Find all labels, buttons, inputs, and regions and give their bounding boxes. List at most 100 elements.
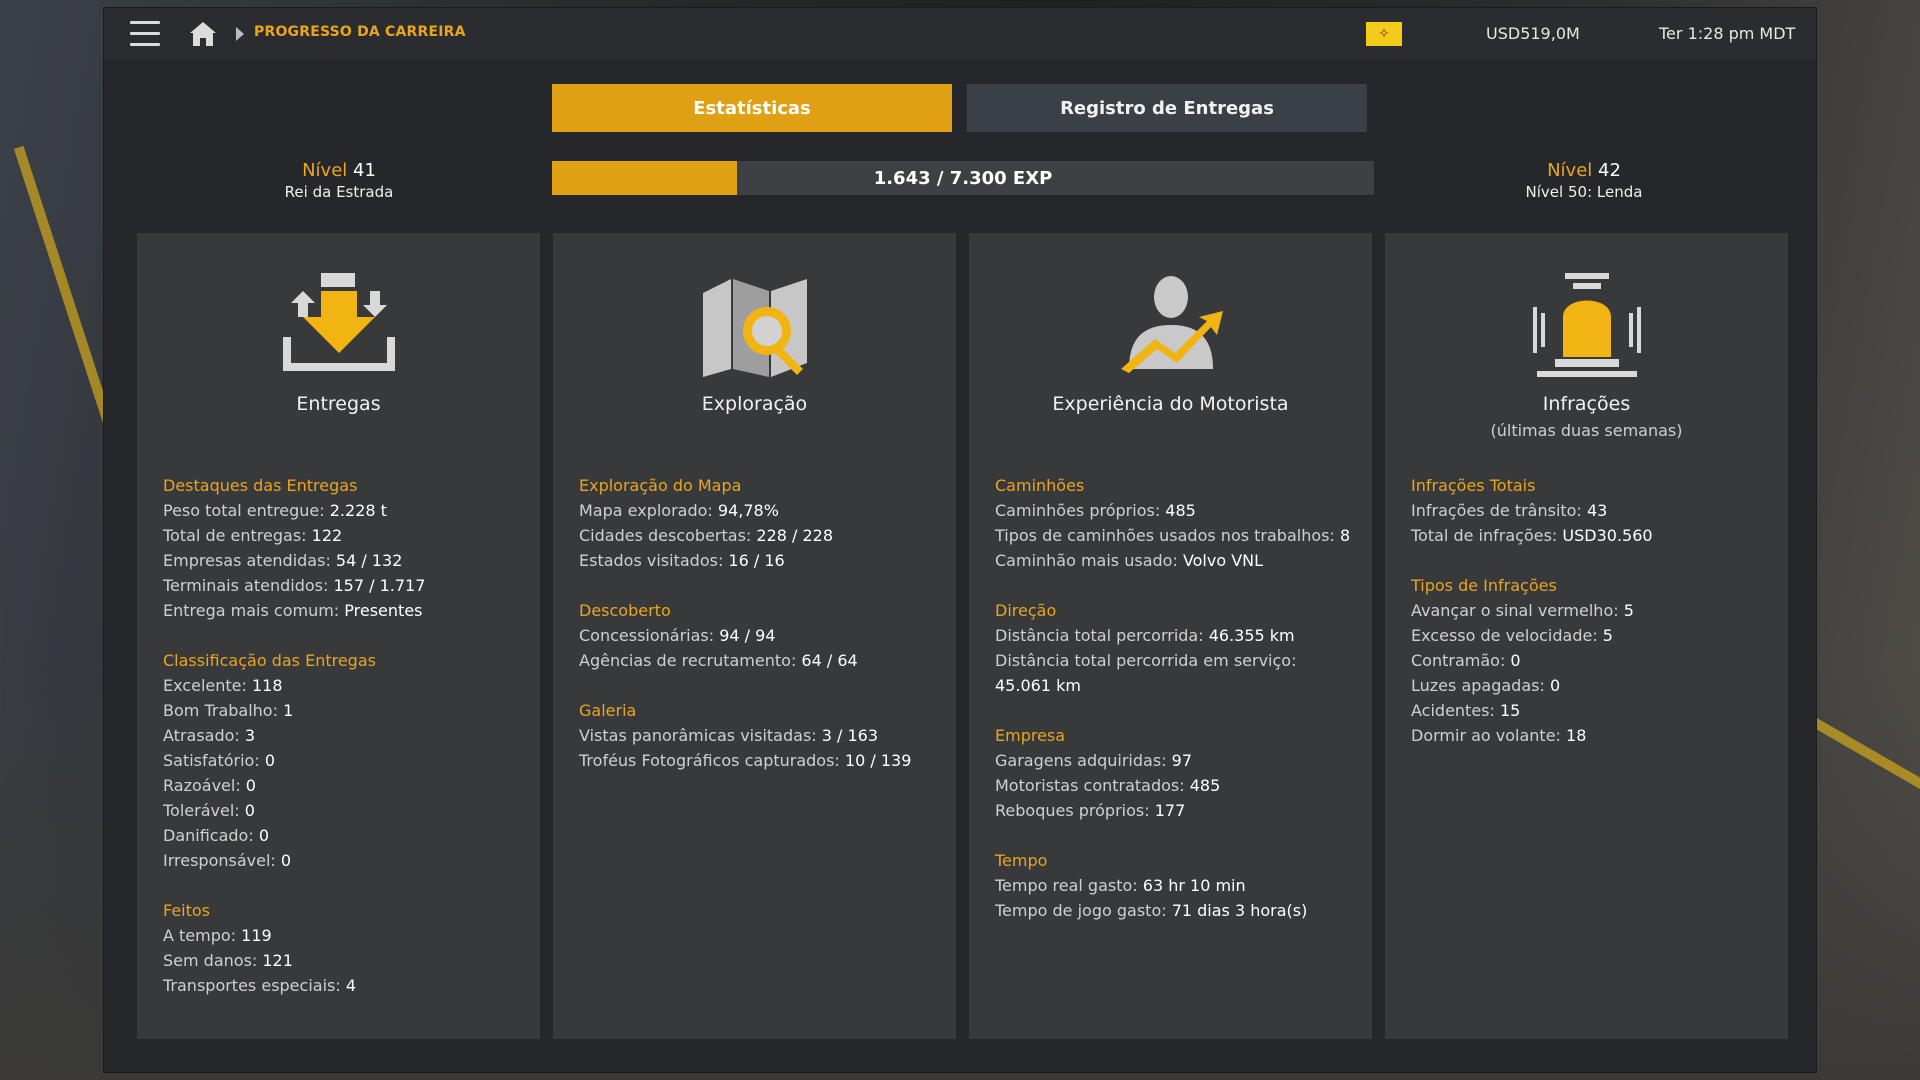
stat-value: 228 / 228 bbox=[756, 526, 834, 545]
stat-value: 0 bbox=[258, 826, 269, 845]
stat-value: Volvo VNL bbox=[1182, 551, 1264, 570]
stat-row: Troféus Fotográficos capturados: 10 / 13… bbox=[579, 748, 939, 773]
stat-value: 3 bbox=[244, 726, 256, 745]
stat-value: 121 bbox=[262, 951, 293, 970]
section-heading: Empresa bbox=[995, 726, 1066, 745]
stat-label: Concessionárias: bbox=[579, 626, 720, 645]
stat-label: Transportes especiais: bbox=[163, 976, 346, 995]
section-heading: Exploração do Mapa bbox=[579, 476, 742, 495]
stat-value: 97 bbox=[1171, 751, 1193, 770]
tab-delivery-log[interactable]: Registro de Entregas bbox=[967, 84, 1367, 132]
stat-value: 485 bbox=[1165, 501, 1196, 520]
stat-label: Tipos de caminhões usados nos trabalhos: bbox=[995, 526, 1340, 545]
section-heading: Caminhões bbox=[995, 476, 1085, 495]
stat-row: Sem danos: 121 bbox=[163, 948, 523, 973]
stat-value: 5 bbox=[1602, 626, 1613, 645]
stat-row: Distância total percorrida: 46.355 km bbox=[995, 623, 1355, 648]
panel-title: Experiência do Motorista bbox=[1052, 393, 1289, 415]
career-progress-window: PROGRESSO DA CARREIRA ✧ USD519,0M Ter 1:… bbox=[104, 8, 1816, 1072]
stat-label: Agências de recrutamento: bbox=[579, 651, 802, 670]
stat-row: Luzes apagadas: 0 bbox=[1411, 673, 1771, 698]
stat-label: Total de infrações: bbox=[1411, 526, 1563, 545]
section-heading: Tempo bbox=[995, 851, 1048, 870]
stat-label: A tempo: bbox=[163, 926, 242, 945]
stat-label: Mapa explorado: bbox=[579, 501, 718, 520]
level-title: Rei da Estrada bbox=[284, 183, 394, 201]
stat-label: Empresas atendidas: bbox=[163, 551, 336, 570]
panel-title: Exploração bbox=[701, 393, 808, 415]
stat-label: Peso total entregue: bbox=[163, 501, 330, 520]
stat-label: Garagens adquiridas: bbox=[995, 751, 1172, 770]
exploration-stats: Exploração do Mapa Mapa explorado: 94,78%… bbox=[579, 473, 939, 773]
stat-row: Cidades descobertas: 228 / 228 bbox=[579, 523, 939, 548]
stat-label: Dormir ao volante: bbox=[1411, 726, 1567, 745]
stat-label: Tempo de jogo gasto: bbox=[995, 901, 1172, 920]
stat-row: Caminhão mais usado: Volvo VNL bbox=[995, 548, 1355, 573]
stat-label: Irresponsável: bbox=[163, 851, 281, 870]
exploration-panel: Exploração Exploração do Mapa Mapa explor… bbox=[553, 233, 956, 1039]
section-heading: Galeria bbox=[579, 701, 637, 720]
stat-label: Estados visitados: bbox=[579, 551, 729, 570]
stat-value: 1 bbox=[283, 701, 294, 720]
map-search-icon bbox=[553, 273, 956, 383]
xp-progress-bar: 1.643 / 7.300 EXP bbox=[552, 161, 1374, 195]
stat-row: Peso total entregue: 2.228 t bbox=[163, 498, 523, 523]
level-number: 41 bbox=[353, 160, 376, 181]
stat-label: Tolerável: bbox=[163, 801, 245, 820]
stat-label: Distância total percorrida: bbox=[995, 626, 1209, 645]
stat-row: Irresponsável: 0 bbox=[163, 848, 523, 873]
stat-label: Tempo real gasto: bbox=[995, 876, 1143, 895]
stat-value: 71 dias 3 hora(s) bbox=[1171, 901, 1308, 920]
stat-label: Reboques próprios: bbox=[995, 801, 1155, 820]
stat-row: Terminais atendidos: 157 / 1.717 bbox=[163, 573, 523, 598]
stat-label: Total de entregas: bbox=[163, 526, 312, 545]
driver-growth-icon bbox=[969, 273, 1372, 383]
stat-value: 119 bbox=[241, 926, 272, 945]
stat-label: Danificado: bbox=[163, 826, 259, 845]
stat-row: Danificado: 0 bbox=[163, 823, 523, 848]
stat-value: Presentes bbox=[344, 601, 423, 620]
menu-icon[interactable] bbox=[130, 21, 160, 47]
stat-value: 122 bbox=[311, 526, 343, 545]
stat-row: Excesso de velocidade: 5 bbox=[1411, 623, 1771, 648]
stat-label: Infrações de trânsito: bbox=[1411, 501, 1587, 520]
section-heading: Classificação das Entregas bbox=[163, 651, 376, 670]
stat-row: Estados visitados: 16 / 16 bbox=[579, 548, 939, 573]
stat-row: Razoável: 0 bbox=[163, 773, 523, 798]
stat-row: Atrasado: 3 bbox=[163, 723, 523, 748]
breadcrumb[interactable]: PROGRESSO DA CARREIRA bbox=[254, 24, 466, 40]
stat-value: 4 bbox=[345, 976, 357, 995]
level-number: 42 bbox=[1598, 160, 1621, 181]
stat-label: Caminhão mais usado: bbox=[995, 551, 1183, 570]
stat-row: Satisfatório: 0 bbox=[163, 748, 523, 773]
stat-row: Tempo de jogo gasto: 71 dias 3 hora(s) bbox=[995, 898, 1355, 923]
top-bar: PROGRESSO DA CARREIRA ✧ USD519,0M Ter 1:… bbox=[104, 8, 1816, 60]
tab-statistics[interactable]: Estatísticas bbox=[552, 84, 952, 132]
offences-panel: Infrações (últimas duas semanas) Infraçõ… bbox=[1385, 233, 1788, 1039]
deliveries-panel: Entregas Destaques das Entregas Peso tota… bbox=[137, 233, 540, 1039]
stat-label: Atrasado: bbox=[163, 726, 245, 745]
section-heading: Destaques das Entregas bbox=[163, 476, 358, 495]
stat-label: Terminais atendidos: bbox=[163, 576, 334, 595]
stat-label: Vistas panorâmicas visitadas: bbox=[579, 726, 822, 745]
stat-row: A tempo: 119 bbox=[163, 923, 523, 948]
stat-row: Contramão: 0 bbox=[1411, 648, 1771, 673]
stat-value: 45.061 km bbox=[995, 676, 1081, 695]
stat-value: 5 bbox=[1623, 601, 1634, 620]
deliveries-icon bbox=[137, 273, 540, 383]
stat-label: Luzes apagadas: bbox=[1411, 676, 1550, 695]
level-title: Nível 50: Lenda bbox=[1525, 183, 1643, 201]
stat-row: Garagens adquiridas: 97 bbox=[995, 748, 1355, 773]
stat-label: Excesso de velocidade: bbox=[1411, 626, 1603, 645]
stat-row: Dormir ao volante: 18 bbox=[1411, 723, 1771, 748]
stat-row: Concessionárias: 94 / 94 bbox=[579, 623, 939, 648]
panel-title: Entregas bbox=[296, 393, 381, 415]
stat-value: 0 bbox=[245, 776, 256, 795]
home-icon[interactable] bbox=[188, 20, 218, 48]
xp-text: 1.643 / 7.300 EXP bbox=[873, 167, 1053, 189]
stat-value: 157 / 1.717 bbox=[333, 576, 426, 595]
stat-value: 177 bbox=[1154, 801, 1186, 820]
